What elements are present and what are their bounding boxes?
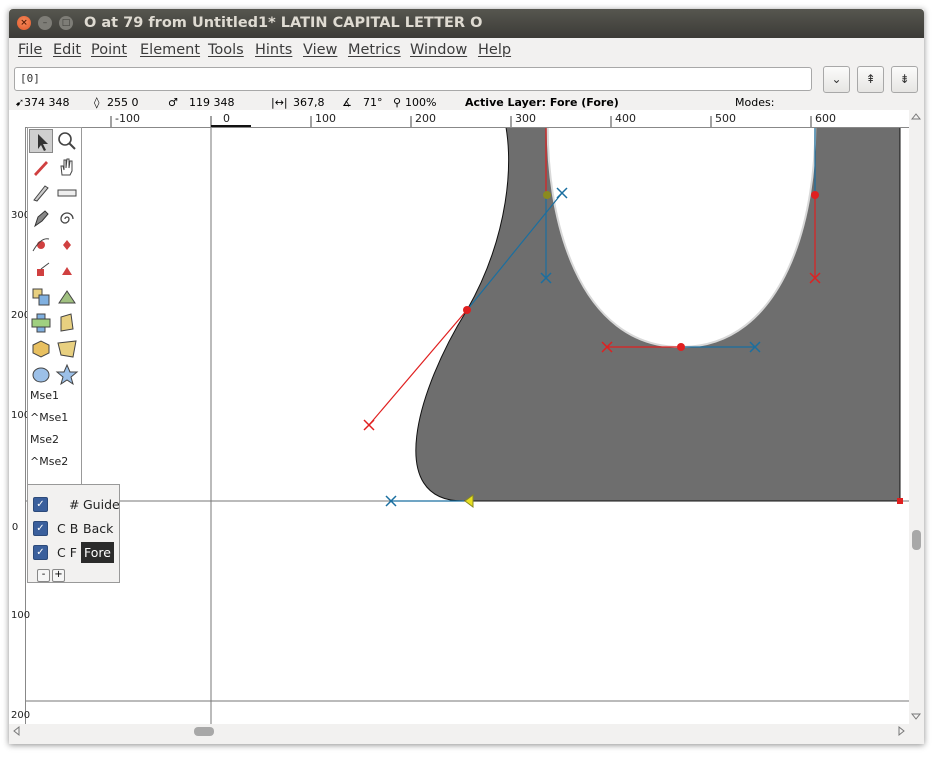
ruler-label: 300: [11, 210, 31, 221]
modes-label: Modes:: [735, 96, 775, 109]
dropdown-button[interactable]: ⌄: [823, 66, 850, 93]
menu-hints[interactable]: Hints: [255, 42, 292, 58]
pen-tool-icon[interactable]: [29, 207, 53, 231]
knife-tool-icon[interactable]: [29, 181, 53, 205]
command-row: [0] ⌄ ⇞ ⇟: [9, 65, 924, 95]
menu-bar: File Edit Point Element Tools Hints View…: [9, 38, 924, 63]
menu-help[interactable]: Help: [478, 42, 511, 58]
vertical-scrollbar[interactable]: [909, 110, 924, 724]
menu-point[interactable]: Point: [91, 42, 127, 58]
active-layer-label: Active Layer: Fore (Fore): [465, 96, 619, 109]
tools-palette: Mse1 ^Mse1 Mse2 ^Mse2: [27, 127, 82, 485]
cursor-icon: ➹: [15, 96, 25, 109]
rotate-tool-icon[interactable]: [55, 285, 79, 309]
fore-layer-prefix: C F: [57, 545, 77, 560]
ruler-label: 100: [11, 610, 31, 621]
glyph-canvas[interactable]: [9, 110, 909, 724]
ruler-label: 100: [315, 112, 336, 125]
ruler-label: 0: [11, 522, 19, 533]
zoom-value: 100%: [405, 96, 437, 109]
mouse2-label: Mse2: [30, 433, 59, 446]
menu-metrics[interactable]: Metrics: [348, 42, 401, 58]
point-icon: ◊: [94, 96, 100, 109]
info-bar: ➹ 374 348 ◊ 255 0 ♂ 119 348 |↔| 367,8 ∡ …: [9, 96, 924, 110]
menu-file[interactable]: File: [18, 42, 42, 58]
menu-tools[interactable]: Tools: [208, 42, 244, 58]
offset-value: 119 348: [189, 96, 235, 109]
tangent-point-icon[interactable]: [55, 259, 79, 283]
horizontal-ruler: -100 0 100 200 300 400 500 600: [9, 110, 909, 128]
glyph-window: × – □ O at 79 from Untitled1* LATIN CAPI…: [9, 9, 924, 744]
ellipse-tool-icon[interactable]: [29, 363, 53, 387]
pointer-tool-icon[interactable]: [29, 129, 53, 153]
layers-palette: ✓ # Guide ✓ C B Back ✓ C F Fore - +: [27, 484, 120, 583]
ruler-label: 200: [11, 710, 31, 721]
hv-curve-point-icon[interactable]: [55, 233, 79, 257]
guide-layer-checkbox[interactable]: ✓: [33, 497, 48, 512]
layer-selection-input[interactable]: [0]: [14, 67, 812, 91]
menu-view[interactable]: View: [303, 42, 337, 58]
guide-layer-name[interactable]: Guide: [83, 497, 120, 512]
fore-layer-name[interactable]: Fore: [81, 542, 114, 563]
remove-layer-button[interactable]: -: [37, 569, 50, 582]
cursor-position: 374 348: [24, 96, 70, 109]
ruler-tool-icon[interactable]: [55, 181, 79, 205]
offset-icon: ♂: [168, 96, 178, 109]
fore-layer-checkbox[interactable]: ✓: [33, 545, 48, 560]
ruler-label: 300: [515, 112, 536, 125]
title-bar: × – □ O at 79 from Untitled1* LATIN CAPI…: [9, 9, 924, 38]
guide-layer-prefix: #: [69, 497, 80, 512]
scroll-up-button[interactable]: ⇞: [857, 66, 884, 93]
ruler-label: 200: [415, 112, 436, 125]
glyph-outline: [25, 110, 909, 724]
maximize-button[interactable]: □: [59, 16, 73, 30]
scroll-down-button[interactable]: ⇟: [891, 66, 918, 93]
menu-window[interactable]: Window: [410, 42, 467, 58]
mouse1-label: Mse1: [30, 389, 59, 402]
zoom-icon: ⚲: [393, 96, 402, 109]
ruler-label: 500: [715, 112, 736, 125]
ruler-label: 400: [615, 112, 636, 125]
perspective-tool-icon[interactable]: [55, 337, 79, 361]
menu-edit[interactable]: Edit: [53, 42, 81, 58]
horizontal-scrollbar[interactable]: [9, 724, 909, 739]
back-layer-prefix: C B: [57, 521, 79, 536]
angle-value: 71°: [363, 96, 383, 109]
window-title: O at 79 from Untitled1* LATIN CAPITAL LE…: [84, 15, 483, 31]
corner-point-icon[interactable]: [29, 259, 53, 283]
flip-tool-icon[interactable]: [29, 311, 53, 335]
ruler-label: 100: [11, 410, 31, 421]
ruler-label: 0: [223, 112, 230, 125]
ctrl-mouse1-label: ^Mse1: [30, 411, 69, 424]
skew-tool-icon[interactable]: [55, 311, 79, 335]
freehand-tool-icon[interactable]: [29, 155, 53, 179]
hand-tool-icon[interactable]: [55, 155, 79, 179]
scale-tool-icon[interactable]: [29, 285, 53, 309]
close-button[interactable]: ×: [17, 16, 31, 30]
angle-icon: ∡: [342, 96, 352, 109]
3d-rotate-icon[interactable]: [29, 337, 53, 361]
ruler-label: 200: [11, 310, 31, 321]
minimize-button[interactable]: –: [38, 16, 52, 30]
curve-point-icon[interactable]: [29, 233, 53, 257]
menu-element[interactable]: Element: [140, 42, 200, 58]
point-position: 255 0: [107, 96, 139, 109]
back-layer-name[interactable]: Back: [83, 521, 113, 536]
distance-icon: |↔|: [271, 96, 288, 109]
vertical-ruler: 300 200 100 0 100 200: [9, 127, 31, 724]
ctrl-mouse2-label: ^Mse2: [30, 455, 69, 468]
magnify-tool-icon[interactable]: [55, 129, 79, 153]
spiro-tool-icon[interactable]: [55, 207, 79, 231]
back-layer-checkbox[interactable]: ✓: [33, 521, 48, 536]
distance-value: 367,8: [293, 96, 325, 109]
star-tool-icon[interactable]: [55, 363, 79, 387]
add-layer-button[interactable]: +: [52, 569, 65, 582]
ruler-label: -100: [115, 112, 140, 125]
ruler-label: 600: [815, 112, 836, 125]
